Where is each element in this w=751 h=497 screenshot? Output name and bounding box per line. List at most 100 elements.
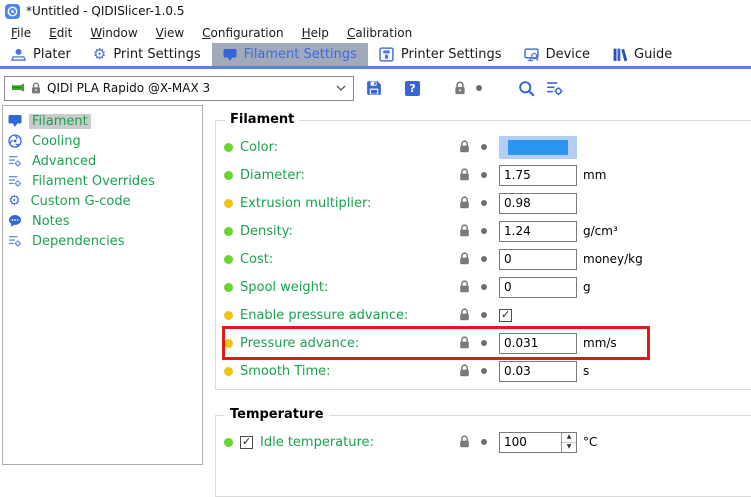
- revert-dot-icon[interactable]: [481, 144, 487, 150]
- sidebar-item-filament-overrides[interactable]: Filament Overrides: [3, 171, 202, 191]
- row-pressure-advance: Pressure advance: mm/s: [224, 329, 751, 357]
- revert-dot-icon[interactable]: [481, 312, 487, 318]
- tab-guide[interactable]: Guide: [601, 43, 683, 66]
- settings-sidebar: Filament Cooling Advanced Filament Overr…: [2, 105, 203, 465]
- tab-printer-settings[interactable]: Printer Settings: [368, 43, 513, 66]
- yellow-dot-icon: [224, 339, 233, 348]
- settings-list-icon: [8, 234, 22, 248]
- menu-calibration[interactable]: Calibration: [338, 24, 421, 42]
- sidebar-item-notes[interactable]: Notes: [3, 211, 202, 231]
- idle-temperature-checkbox[interactable]: [240, 436, 253, 449]
- notes-bubble-icon: [8, 214, 22, 228]
- spin-up-icon[interactable]: ▲: [562, 433, 576, 443]
- gear-icon: ⚙: [8, 194, 21, 208]
- lock-state-dot: [476, 85, 482, 91]
- revert-dot-icon[interactable]: [481, 439, 487, 445]
- pressure-advance-input[interactable]: [499, 333, 577, 354]
- plater-icon: [11, 47, 26, 62]
- diameter-input[interactable]: [499, 165, 577, 186]
- menu-edit[interactable]: Edit: [40, 24, 81, 42]
- menu-help[interactable]: Help: [293, 24, 338, 42]
- color-swatch-value: [508, 140, 568, 155]
- revert-dot-icon[interactable]: [481, 256, 487, 262]
- menu-configuration[interactable]: Configuration: [193, 24, 292, 42]
- menu-bar: File Edit Window View Configuration Help…: [0, 22, 751, 43]
- row-smooth-time: Smooth Time: s: [224, 357, 751, 385]
- tab-device[interactable]: Device: [513, 43, 601, 66]
- idle-temperature-input[interactable]: [500, 433, 561, 452]
- menu-view[interactable]: View: [147, 24, 193, 42]
- extrusion-multiplier-input[interactable]: [499, 193, 577, 214]
- spin-down-icon[interactable]: ▼: [562, 443, 576, 452]
- sidebar-item-custom-gcode[interactable]: ⚙ Custom G-code: [3, 191, 202, 211]
- spool-weight-input[interactable]: [499, 277, 577, 298]
- sidebar-item-filament[interactable]: Filament: [3, 111, 202, 131]
- revert-dot-icon[interactable]: [481, 340, 487, 346]
- app-logo-icon: [5, 4, 20, 19]
- filament-bubble-icon: [223, 48, 237, 62]
- tab-filament-settings[interactable]: Filament Settings: [212, 43, 368, 66]
- menu-file[interactable]: File: [2, 24, 40, 42]
- search-icon[interactable]: [518, 80, 535, 97]
- settings-panel: Filament Color: Diameter: mm Extrusion m…: [215, 108, 751, 497]
- cost-input[interactable]: [499, 249, 577, 270]
- green-dot-icon: [224, 283, 233, 292]
- revert-dot-icon[interactable]: [481, 228, 487, 234]
- filament-spool-icon: [11, 82, 25, 95]
- sidebar-item-cooling[interactable]: Cooling: [3, 131, 202, 151]
- revert-dot-icon[interactable]: [481, 172, 487, 178]
- lock-icon[interactable]: [458, 140, 471, 154]
- row-density: Density: g/cm³: [224, 217, 751, 245]
- lock-icon[interactable]: [458, 435, 471, 449]
- menu-window[interactable]: Window: [81, 24, 146, 42]
- preset-toolbar: QIDI PLA Rapido @X-MAX 3 ?: [0, 73, 751, 103]
- lock-icon[interactable]: [458, 336, 471, 350]
- enable-pressure-advance-checkbox[interactable]: [499, 309, 512, 322]
- lock-icon[interactable]: [458, 168, 471, 182]
- sidebar-item-dependencies[interactable]: Dependencies: [3, 231, 202, 251]
- group-title: Filament: [225, 112, 299, 127]
- green-dot-icon: [224, 255, 233, 264]
- revert-dot-icon[interactable]: [481, 368, 487, 374]
- sidebar-item-advanced[interactable]: Advanced: [3, 151, 202, 171]
- tab-plater[interactable]: Plater: [0, 43, 82, 66]
- revert-dot-icon[interactable]: [481, 284, 487, 290]
- lock-icon[interactable]: [458, 280, 471, 294]
- preset-select[interactable]: QIDI PLA Rapido @X-MAX 3: [4, 76, 354, 101]
- printer-icon: [379, 47, 394, 62]
- row-extrusion-multiplier: Extrusion multiplier:: [224, 189, 751, 217]
- row-diameter: Diameter: mm: [224, 161, 751, 189]
- green-dot-icon: [224, 143, 233, 152]
- preset-select-value: QIDI PLA Rapido @X-MAX 3: [47, 81, 331, 95]
- filament-group: Filament Color: Diameter: mm Extrusion m…: [215, 120, 751, 390]
- yellow-dot-icon: [224, 367, 233, 376]
- tab-print-settings[interactable]: ⚙ Print Settings: [82, 43, 212, 66]
- green-dot-icon: [224, 227, 233, 236]
- lock-icon[interactable]: [458, 196, 471, 210]
- row-cost: Cost: money/kg: [224, 245, 751, 273]
- lock-icon[interactable]: [458, 224, 471, 238]
- lock-icon[interactable]: [458, 364, 471, 378]
- density-input[interactable]: [499, 221, 577, 242]
- tab-bar: Plater ⚙ Print Settings Filament Setting…: [0, 43, 751, 69]
- lock-icon[interactable]: [458, 252, 471, 266]
- gear-icon: ⚙: [93, 47, 106, 62]
- row-enable-pressure-advance: Enable pressure advance:: [224, 301, 751, 329]
- title-bar: *Untitled - QIDISlicer-1.0.5: [0, 0, 751, 22]
- preset-settings-icon[interactable]: [546, 80, 563, 96]
- lock-icon[interactable]: [458, 308, 471, 322]
- spinner-buttons: ▲ ▼: [561, 433, 576, 452]
- green-dot-icon: [224, 171, 233, 180]
- group-title: Temperature: [225, 407, 329, 422]
- save-icon[interactable]: [366, 80, 382, 96]
- row-color: Color:: [224, 133, 751, 161]
- lock-icon[interactable]: [453, 81, 467, 96]
- device-icon: [524, 47, 539, 62]
- guide-books-icon: [612, 47, 627, 62]
- temperature-group: Temperature Idle temperature: ▲ ▼ °C: [215, 415, 751, 497]
- smooth-time-input[interactable]: [499, 361, 577, 382]
- color-swatch[interactable]: [499, 136, 577, 159]
- window-title: *Untitled - QIDISlicer-1.0.5: [26, 4, 184, 18]
- revert-dot-icon[interactable]: [481, 200, 487, 206]
- help-book-icon[interactable]: ?: [405, 81, 420, 96]
